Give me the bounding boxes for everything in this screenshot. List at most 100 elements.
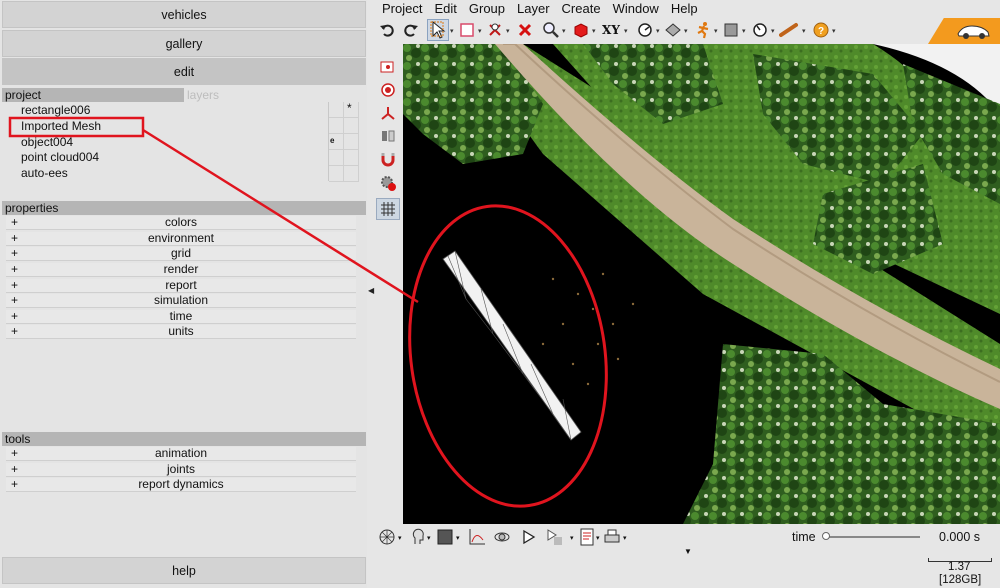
bottom-toolbar (376, 526, 676, 550)
tool-label: animation (154, 446, 208, 460)
time-label: time (792, 530, 816, 544)
chevron-down-icon[interactable]: ▾ (684, 27, 688, 35)
property-label: time (169, 309, 193, 323)
project-item-point-cloud[interactable]: point cloud004 (21, 150, 99, 164)
rectangle-select-icon[interactable] (456, 19, 478, 41)
grid-icon[interactable] (376, 198, 400, 220)
layer-mark-e: e (330, 136, 335, 145)
edit-button[interactable]: edit (2, 58, 366, 85)
xy-plane-icon[interactable]: XY (598, 19, 624, 41)
orbit-icon[interactable] (376, 526, 398, 548)
menu-create[interactable]: Create (556, 0, 607, 18)
tool-label: joints (166, 462, 195, 476)
axis-icon[interactable] (376, 102, 400, 124)
step-icon[interactable] (543, 526, 565, 548)
chevron-down-icon[interactable]: ▾ (623, 534, 627, 542)
mirror-icon[interactable] (376, 125, 400, 147)
pin-icon[interactable] (484, 19, 506, 41)
tool-animation[interactable]: + animation (6, 447, 356, 461)
chevron-down-icon[interactable]: ▾ (624, 27, 628, 35)
bat-icon[interactable] (778, 19, 800, 41)
chevron-down-icon[interactable]: ▾ (398, 534, 402, 542)
zoom-icon[interactable] (540, 19, 562, 41)
property-label: simulation (153, 293, 209, 307)
camera-icon[interactable] (376, 56, 400, 78)
project-item-rectangle[interactable]: rectangle006 (21, 103, 90, 117)
chevron-down-icon[interactable]: ▾ (456, 534, 460, 542)
layers-tab[interactable]: layers (184, 88, 366, 102)
gallery-button[interactable]: gallery (2, 30, 366, 57)
time-slider[interactable] (824, 536, 920, 538)
project-header[interactable]: project (2, 88, 184, 102)
tool-report-dynamics[interactable]: + report dynamics (6, 478, 356, 492)
chevron-down-icon[interactable]: ▾ (450, 27, 454, 35)
vehicles-button[interactable]: vehicles (2, 1, 366, 28)
record-icon[interactable] (376, 79, 400, 101)
chevron-down-icon[interactable]: ▾ (427, 534, 431, 542)
report-icon[interactable] (576, 526, 598, 548)
color-swatch-icon[interactable] (434, 526, 456, 548)
menu-project[interactable]: Project (376, 0, 428, 18)
menu-layer[interactable]: Layer (511, 0, 556, 18)
gauge-icon[interactable] (749, 19, 771, 41)
chevron-down-icon[interactable]: ▾ (570, 534, 574, 542)
layer-grid[interactable]: * e (328, 101, 359, 182)
rotate-icon[interactable] (491, 526, 513, 548)
chevron-down-icon[interactable]: ▾ (656, 27, 660, 35)
project-item-imported-mesh[interactable]: Imported Mesh (21, 119, 101, 133)
help-button[interactable]: help (2, 557, 366, 584)
property-report[interactable]: + report (6, 279, 356, 293)
select-arrow-icon[interactable] (427, 19, 449, 41)
chart-icon[interactable] (466, 526, 488, 548)
property-colors[interactable]: + colors (6, 216, 356, 230)
runner-icon[interactable] (692, 19, 714, 41)
chevron-down-icon[interactable]: ▾ (596, 534, 600, 542)
left-panel: vehicles gallery edit project layers rec… (0, 0, 367, 588)
menu-edit[interactable]: Edit (428, 0, 462, 18)
chevron-down-icon[interactable]: ▾ (832, 27, 836, 35)
tool-joints[interactable]: + joints (6, 463, 356, 477)
chevron-down-icon[interactable]: ▾ (802, 27, 806, 35)
chevron-down-icon[interactable]: ▾ (506, 27, 510, 35)
property-units[interactable]: + units (6, 325, 356, 339)
property-label: render (163, 262, 199, 276)
chevron-down-icon[interactable]: ▾ (742, 27, 746, 35)
cube-icon[interactable] (570, 19, 592, 41)
chevron-down-icon[interactable]: ▾ (478, 27, 482, 35)
main-toolbar: ▾ ▾ ▾ ▾ ▾ XY ▾ ▾ ▾ ▾ ▾ ▾ ▾ ? ▾ (376, 19, 846, 43)
status-expand-icon[interactable]: ▼ (684, 547, 692, 556)
project-item-auto-ees[interactable]: auto-ees (21, 166, 68, 180)
property-label: colors (164, 215, 197, 229)
undo-icon[interactable] (376, 19, 398, 41)
help-icon[interactable]: ? (810, 19, 832, 41)
imported-mesh-object[interactable] (442, 250, 582, 441)
properties-header: properties (2, 201, 366, 215)
property-simulation[interactable]: + simulation (6, 294, 356, 308)
measure-icon[interactable] (634, 19, 656, 41)
project-item-object[interactable]: object004 (21, 135, 73, 149)
box-icon[interactable] (720, 19, 742, 41)
print-icon[interactable] (601, 526, 623, 548)
tag-icon[interactable] (662, 19, 684, 41)
settings-gear-icon[interactable] (376, 172, 400, 194)
chevron-down-icon[interactable]: ▾ (714, 27, 718, 35)
property-render[interactable]: + render (6, 263, 356, 277)
menu-help[interactable]: Help (665, 0, 704, 18)
redo-icon[interactable] (400, 19, 422, 41)
chevron-down-icon[interactable]: ▾ (562, 27, 566, 35)
chevron-down-icon[interactable]: ▾ (592, 27, 596, 35)
3d-viewport[interactable] (403, 44, 1000, 524)
menu-window[interactable]: Window (607, 0, 665, 18)
layer-mark-star: * (347, 101, 352, 115)
play-icon[interactable] (518, 526, 540, 548)
chevron-down-icon[interactable]: ▾ (771, 27, 775, 35)
delete-icon[interactable] (514, 19, 536, 41)
time-slider-thumb[interactable] (822, 532, 830, 540)
menu-group[interactable]: Group (463, 0, 511, 18)
property-label: report (165, 278, 197, 292)
property-environment[interactable]: + environment (6, 232, 356, 246)
property-time[interactable]: + time (6, 310, 356, 324)
collapse-panel-icon[interactable]: ◀ (368, 286, 374, 295)
magnet-icon[interactable] (376, 148, 400, 170)
property-grid[interactable]: + grid (6, 247, 356, 261)
